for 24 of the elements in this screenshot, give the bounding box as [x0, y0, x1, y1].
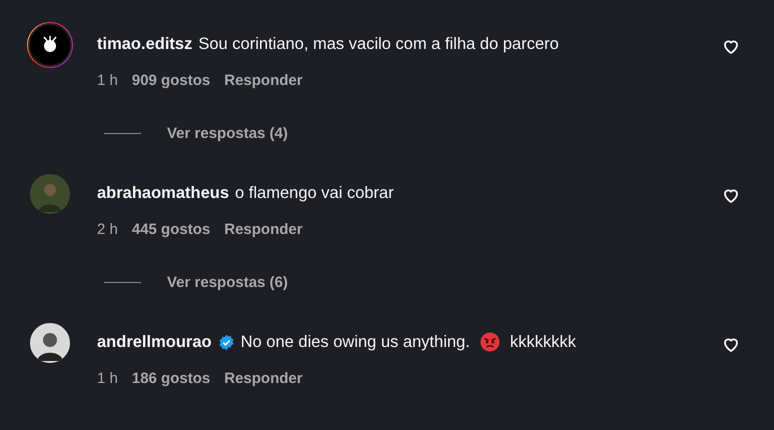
heart-icon: [722, 336, 740, 354]
verified-badge-icon: [218, 334, 235, 350]
username[interactable]: abrahaomatheus: [97, 184, 230, 202]
comment-text: kkkkkkkk: [510, 332, 576, 352]
comment-time: 1 h: [97, 72, 118, 88]
comment-text: Sou corintiano, mas vacilo com a filha do parcero: [198, 34, 559, 54]
view-replies-button[interactable]: Ver respostas (6): [167, 274, 288, 290]
likes-count[interactable]: 186 gostos: [132, 370, 210, 386]
comment-text: o flamengo vai cobrar: [235, 184, 394, 202]
heart-icon: [722, 187, 740, 205]
view-replies-button[interactable]: Ver respostas (4): [167, 124, 288, 142]
reply-button[interactable]: Responder: [224, 72, 303, 88]
likes-count[interactable]: 445 gostos: [132, 220, 210, 238]
likes-count[interactable]: 909 gostos: [132, 72, 210, 88]
comment-time: 2 h: [97, 220, 118, 238]
reply-button[interactable]: Responder: [224, 370, 303, 386]
heart-icon: [722, 38, 740, 56]
reply-button[interactable]: Responder: [224, 220, 303, 238]
username[interactable]: timao.editsz: [97, 34, 192, 54]
username[interactable]: andrellmourao: [97, 332, 212, 352]
comment-text: No one dies owing us anything.: [240, 332, 470, 352]
club-logo-icon: [40, 35, 58, 55]
comment-time: 1 h: [97, 370, 118, 386]
angry-face-icon: [480, 332, 500, 352]
